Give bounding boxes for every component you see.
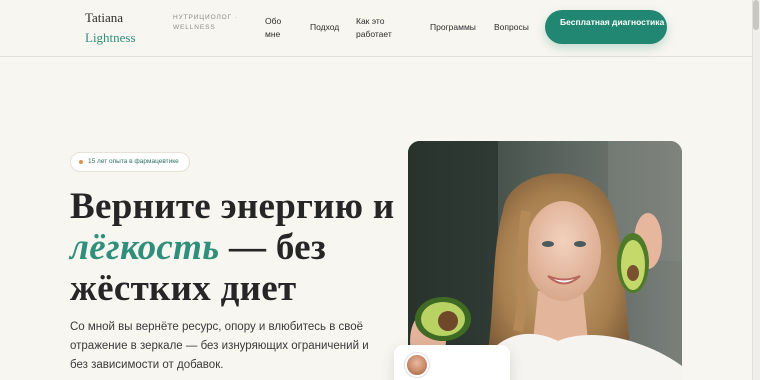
nav-item-about[interactable]: Обо мне bbox=[265, 15, 295, 41]
hero-lead-text: Со мной вы вернёте ресурс, опору и влюби… bbox=[70, 321, 369, 371]
logo-line-1: Tatiana bbox=[85, 10, 124, 25]
logo-line-2: Lightness bbox=[85, 30, 136, 45]
nav-item-faq[interactable]: Вопросы bbox=[494, 21, 529, 34]
badge-dot-icon bbox=[79, 160, 83, 164]
nav-item-programs[interactable]: Программы bbox=[430, 21, 476, 34]
site-header: Tatiana Lightness НУТРИЦИОЛОГ · WELLNESS… bbox=[0, 0, 752, 57]
free-diagnostics-button[interactable]: Бесплатная диагностика bbox=[545, 10, 667, 44]
headline-part-2: — без bbox=[219, 227, 327, 268]
badge-text: 15 лет опыта в фармацевтике bbox=[88, 158, 179, 165]
experience-badge: 15 лет опыта в фармацевтике bbox=[70, 152, 190, 172]
nav-item-approach[interactable]: Подход bbox=[310, 21, 339, 34]
hero-headline: Верните энергию и лёгкость — без жёстких… bbox=[70, 186, 400, 309]
floating-review-card bbox=[394, 345, 510, 380]
headline-part-3: жёстких диет bbox=[70, 268, 297, 309]
brand-tagline: НУТРИЦИОЛОГ · WELLNESS bbox=[173, 14, 238, 31]
headline-part-1: Верните энергию и bbox=[70, 186, 395, 227]
nav-item-how-it-works[interactable]: Как это работает bbox=[356, 15, 408, 41]
page-scrollbar[interactable] bbox=[752, 0, 760, 380]
logo[interactable]: Tatiana Lightness bbox=[85, 8, 136, 48]
scrollbar-thumb[interactable] bbox=[753, 0, 759, 30]
avatar bbox=[405, 353, 429, 377]
headline-accent: лёгкость bbox=[70, 227, 220, 268]
